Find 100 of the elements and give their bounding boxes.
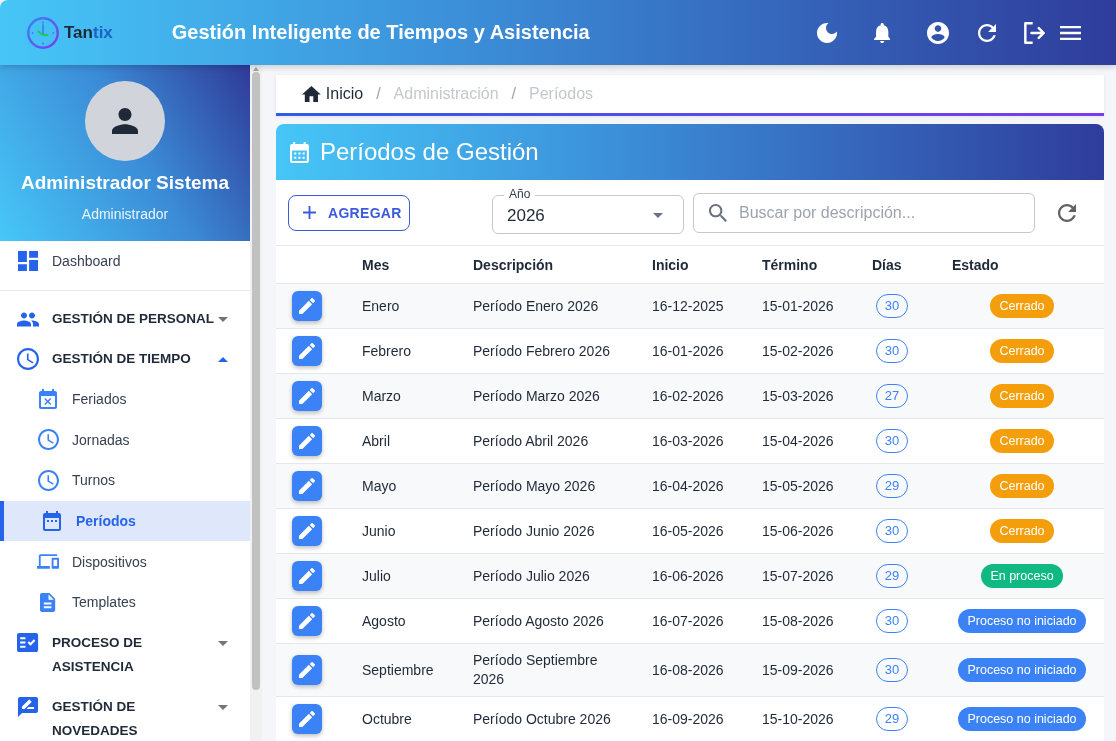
clock-icon bbox=[17, 348, 39, 370]
column-header: Descripción bbox=[461, 245, 640, 284]
table-cell: Período Mayo 2026 bbox=[461, 463, 640, 509]
user-role: Administrador bbox=[81, 205, 169, 223]
document-icon bbox=[40, 592, 56, 612]
person-icon bbox=[112, 108, 138, 134]
calendar-icon bbox=[290, 141, 309, 163]
column-header: Días bbox=[860, 245, 940, 284]
pencil-icon bbox=[299, 298, 315, 314]
status-badge: Cerrado bbox=[990, 429, 1054, 453]
edit-button[interactable] bbox=[292, 655, 322, 685]
table-cell: Marzo bbox=[350, 373, 461, 419]
status-badge: Proceso no iniciado bbox=[958, 707, 1086, 731]
table-cell: 15-03-2026 bbox=[750, 373, 860, 419]
table-cell: 15-04-2026 bbox=[750, 418, 860, 464]
status-badge: Proceso no iniciado bbox=[958, 609, 1086, 633]
clock-icon bbox=[37, 429, 59, 451]
table-cell: 16-01-2026 bbox=[640, 328, 750, 374]
status-badge: Cerrado bbox=[990, 519, 1054, 543]
breadcrumb-separator: / bbox=[376, 85, 381, 103]
search-icon bbox=[709, 203, 727, 222]
edit-button[interactable] bbox=[292, 704, 322, 734]
table-cell: 15-01-2026 bbox=[750, 283, 860, 329]
edit-button[interactable] bbox=[292, 381, 322, 411]
caret-icon bbox=[653, 213, 663, 218]
table-cell: 16-06-2026 bbox=[640, 553, 750, 599]
table-cell: Período Marzo 2026 bbox=[461, 373, 640, 419]
table-cell: Agosto bbox=[350, 598, 461, 644]
edit-button[interactable] bbox=[292, 516, 322, 546]
table-cell: Período Febrero 2026 bbox=[461, 328, 640, 374]
table-cell: 15-08-2026 bbox=[750, 598, 860, 644]
edit-button[interactable] bbox=[292, 561, 322, 591]
refresh-icon[interactable] bbox=[978, 23, 996, 42]
column-header: Término bbox=[750, 245, 860, 284]
table-cell: Mayo bbox=[350, 463, 461, 509]
sidebar-item[interactable]: GESTIÓN DE NOVEDADES bbox=[0, 686, 250, 741]
sidebar-item[interactable]: Feriados bbox=[0, 379, 250, 420]
table-cell: Febrero bbox=[350, 328, 461, 374]
table-cell: Período Abril 2026 bbox=[461, 418, 640, 464]
table-cell: 15-09-2026 bbox=[750, 643, 860, 697]
pencil-icon bbox=[299, 478, 315, 494]
edit-button[interactable] bbox=[292, 426, 322, 456]
edit-button[interactable] bbox=[292, 291, 322, 321]
logo-text: Tantix bbox=[64, 22, 113, 43]
status-badge: Cerrado bbox=[990, 474, 1054, 498]
calendar-icon bbox=[43, 511, 61, 532]
pencil-icon bbox=[299, 523, 315, 539]
table-cell: 16-05-2026 bbox=[640, 508, 750, 554]
column-header: Estado bbox=[940, 245, 1104, 284]
pencil-icon bbox=[299, 711, 315, 727]
clock-icon bbox=[37, 470, 59, 491]
scrollbar[interactable] bbox=[250, 65, 262, 741]
table-cell: 16-12-2025 bbox=[640, 283, 750, 329]
home-icon bbox=[302, 86, 321, 102]
sidebar-item[interactable]: Dashboard bbox=[0, 241, 250, 281]
grid-icon bbox=[18, 251, 38, 271]
plus-icon bbox=[303, 206, 316, 219]
table-cell: 15-05-2026 bbox=[750, 463, 860, 509]
edit-button[interactable] bbox=[292, 336, 322, 366]
table-cell: Julio bbox=[350, 553, 461, 599]
table-cell: Período Septiembre 2026 bbox=[461, 643, 640, 697]
table-cell: Septiembre bbox=[350, 643, 461, 697]
search-field[interactable]: Buscar por descripción... bbox=[693, 192, 1035, 233]
user-name: Administrador Sistema bbox=[21, 171, 229, 195]
refresh-icon[interactable] bbox=[1058, 203, 1076, 222]
sidebar-item[interactable]: Períodos bbox=[0, 500, 250, 542]
pencil-icon bbox=[299, 343, 315, 359]
clock-logo-icon bbox=[27, 16, 59, 49]
menu-icon[interactable] bbox=[1059, 25, 1081, 40]
sidebar-item[interactable]: PROCESO DE ASISTENCIA bbox=[0, 622, 250, 687]
edit-button[interactable] bbox=[292, 471, 322, 501]
sidebar-item[interactable]: GESTIÓN DE TIEMPO bbox=[0, 339, 250, 379]
pencil-icon bbox=[299, 388, 315, 404]
sidebar-item[interactable]: GESTIÓN DE PERSONAL bbox=[0, 299, 250, 339]
status-badge: Cerrado bbox=[990, 339, 1054, 363]
breadcrumb-link[interactable]: Inicio bbox=[302, 85, 364, 103]
table-cell: 16-02-2026 bbox=[640, 373, 750, 419]
sidebar-item[interactable]: Dispositivos bbox=[0, 541, 250, 582]
panel-title: Períodos de Gestión bbox=[319, 138, 539, 166]
pencil-icon bbox=[299, 433, 315, 449]
edit-button[interactable] bbox=[292, 606, 322, 636]
pencil-icon bbox=[299, 662, 315, 678]
table-cell: 15-07-2026 bbox=[750, 553, 860, 599]
devices-icon bbox=[37, 554, 59, 570]
sidebar-item[interactable]: Turnos bbox=[0, 460, 250, 501]
table-cell: 15-10-2026 bbox=[750, 696, 860, 741]
bell-icon[interactable] bbox=[873, 22, 891, 43]
sidebar-item[interactable]: Jornadas bbox=[0, 419, 250, 461]
people-icon bbox=[17, 311, 39, 327]
table-cell: 16-03-2026 bbox=[640, 418, 750, 464]
table-cell: 16-09-2026 bbox=[640, 696, 750, 741]
chat-pencil-icon bbox=[18, 696, 38, 717]
pencil-icon bbox=[299, 568, 315, 584]
sidebar-item[interactable]: Templates bbox=[0, 581, 250, 623]
pencil-icon bbox=[299, 613, 315, 629]
table-cell: Período Enero 2026 bbox=[461, 283, 640, 329]
logout-icon[interactable] bbox=[1023, 21, 1045, 44]
checklist-icon bbox=[17, 633, 39, 653]
moon-icon[interactable] bbox=[817, 22, 837, 43]
add-button[interactable]: AGREGAR bbox=[288, 194, 410, 231]
